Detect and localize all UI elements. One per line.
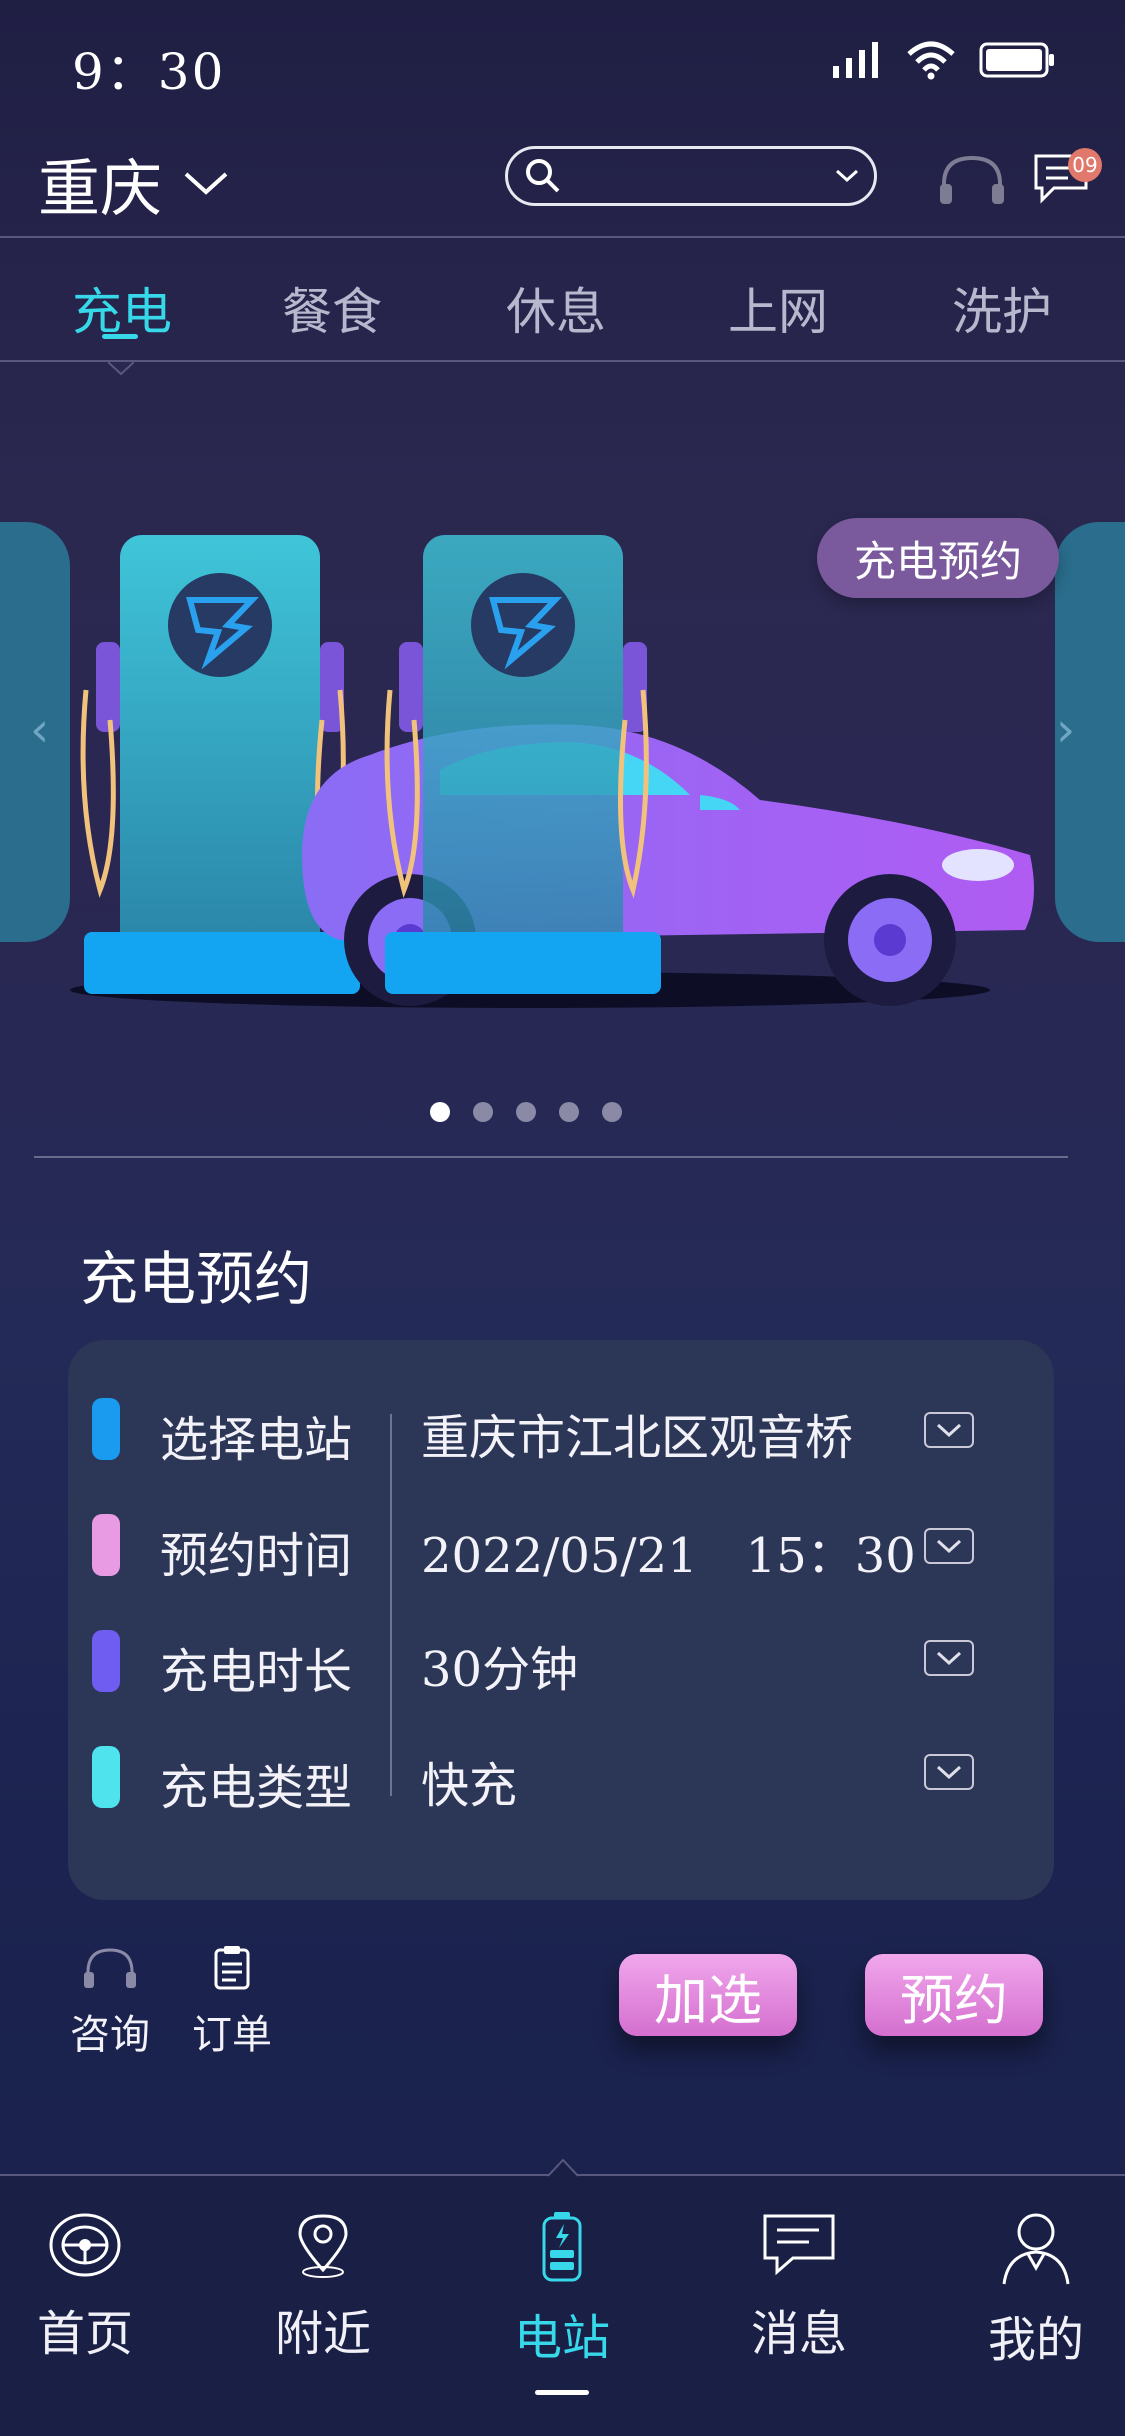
battery-icon [542, 2212, 582, 2282]
pagination-dot[interactable] [602, 1102, 622, 1122]
card-divider [390, 1414, 392, 1796]
tabbar-item-home[interactable]: 首页 [5, 2210, 165, 2364]
row-label-type: 充电类型 [160, 1760, 353, 1816]
location-pin-icon [298, 2214, 348, 2278]
steering-wheel-icon [49, 2213, 121, 2277]
tabbar-item-mine[interactable]: 我的 [956, 2210, 1116, 2370]
tabbar-item-station[interactable]: 电站 [482, 2210, 642, 2368]
section-title: 充电预约 [80, 1245, 313, 1313]
pagination-dot[interactable] [516, 1102, 536, 1122]
banner-divider [34, 1156, 1068, 1158]
wifi-icon [907, 41, 955, 80]
city-label: 重庆 [38, 152, 163, 225]
search-input[interactable] [505, 146, 877, 206]
battery-status-icon [979, 42, 1054, 78]
promo-charge-booking[interactable]: 充电预约 [817, 518, 1059, 598]
search-dropdown-icon [835, 169, 859, 183]
tabbar-item-messages[interactable]: 消息 [719, 2210, 879, 2364]
duration-value[interactable]: 30分钟 [421, 1630, 578, 1700]
row-marker-time [92, 1514, 120, 1576]
clipboard-icon [214, 1946, 250, 1990]
banner-pagination [430, 1102, 622, 1122]
tabs-divider [0, 360, 1125, 362]
city-selector[interactable]: 重庆 [38, 138, 230, 228]
reserve-button[interactable]: 预约 [865, 1954, 1043, 2036]
tab-internet[interactable]: 上网 [728, 272, 828, 344]
pagination-dot[interactable] [559, 1102, 579, 1122]
chevron-down-icon[interactable] [924, 1528, 974, 1564]
order-button[interactable]: 订单 [192, 1944, 272, 2060]
row-label-duration: 充电时长 [160, 1644, 353, 1700]
add-selection-button[interactable]: 加选 [619, 1954, 797, 2036]
row-label-time: 预约时间 [160, 1528, 353, 1584]
user-icon [1002, 2213, 1070, 2285]
message-badge: 09 [1068, 148, 1102, 182]
order-label: 订单 [192, 2012, 272, 2058]
tab-food[interactable]: 餐食 [282, 272, 382, 344]
tab-active-underline [102, 334, 138, 339]
pagination-dot[interactable] [473, 1102, 493, 1122]
header-divider [0, 236, 1125, 238]
tabbar-label-home: 首页 [36, 2306, 133, 2362]
tabbar-label-messages: 消息 [750, 2306, 847, 2362]
type-value[interactable]: 快充 [421, 1746, 517, 1816]
message-icon [763, 2214, 835, 2276]
search-icon [526, 159, 560, 193]
tabbar-label-station: 电站 [513, 2310, 610, 2366]
status-time: 9：30 [72, 43, 226, 101]
consult-label: 咨询 [70, 2012, 150, 2058]
headset-icon [84, 1948, 136, 1988]
tabbar-label-nearby: 附近 [274, 2306, 371, 2362]
tab-rest[interactable]: 休息 [506, 272, 606, 344]
row-marker-duration [92, 1630, 120, 1692]
row-label-station: 选择电站 [160, 1412, 353, 1468]
tabbar-caret-icon [548, 2158, 578, 2177]
signal-icon [833, 42, 878, 78]
consult-button[interactable]: 咨询 [70, 1946, 150, 2060]
tab-wash[interactable]: 洗护 [952, 272, 1052, 344]
row-marker-station [92, 1398, 120, 1460]
home-indicator [535, 2390, 589, 2395]
chevron-down-icon[interactable] [924, 1640, 974, 1676]
time-value[interactable]: 2022/05/21 15：30 [421, 1516, 916, 1586]
category-tabs: 充电 餐食 休息 上网 洗护 [0, 272, 1125, 362]
status-icons [831, 40, 1055, 80]
pagination-dot[interactable] [430, 1102, 450, 1122]
row-marker-type [92, 1746, 120, 1808]
chevron-down-icon [184, 172, 228, 195]
headset-icon[interactable] [936, 152, 1008, 208]
booking-card: 选择电站 重庆市江北区观音桥 预约时间 2022/05/21 15：30 充电时… [68, 1340, 1054, 1900]
tab-caret-icon [108, 361, 134, 376]
chevron-down-icon[interactable] [924, 1754, 974, 1790]
chevron-down-icon[interactable] [924, 1412, 974, 1448]
tabbar-item-nearby[interactable]: 附近 [243, 2210, 403, 2364]
tabbar-label-mine: 我的 [987, 2312, 1084, 2368]
station-value[interactable]: 重庆市江北区观音桥 [421, 1398, 853, 1468]
